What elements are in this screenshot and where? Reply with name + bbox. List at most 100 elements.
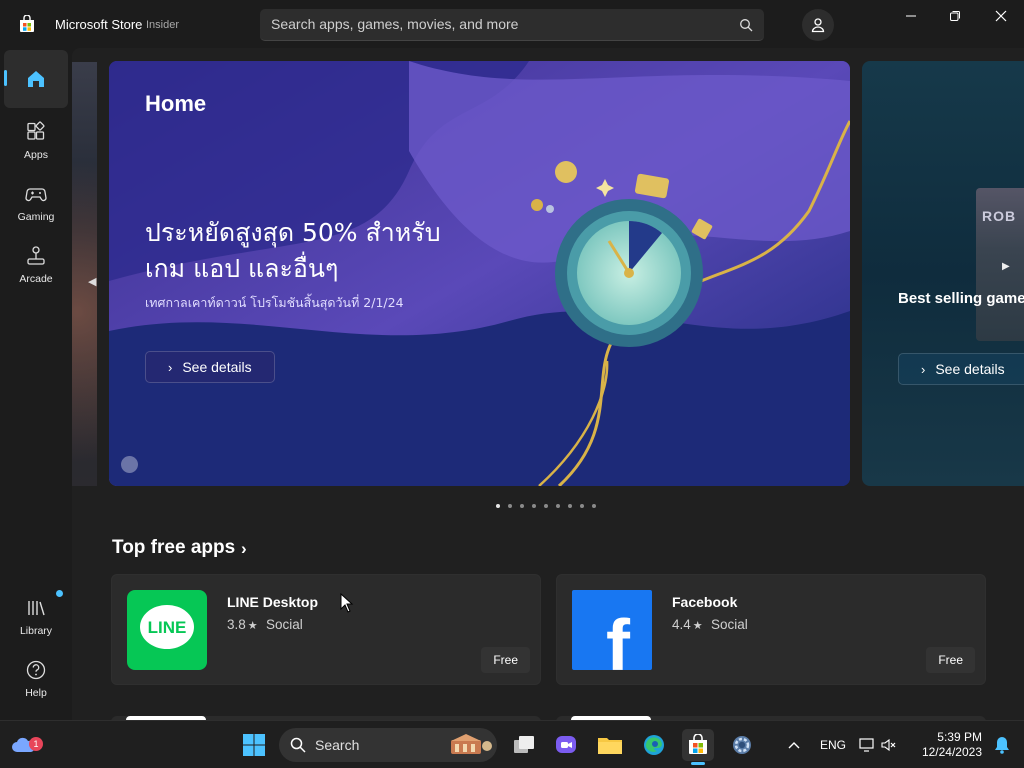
task-view-button[interactable] xyxy=(508,729,540,761)
hero-corner-icon xyxy=(121,456,138,473)
minimize-button[interactable] xyxy=(888,0,934,32)
app-name: LINE Desktop xyxy=(227,594,319,610)
sidebar: Apps Gaming Arcade Library Help xyxy=(0,48,72,720)
carousel-pager[interactable] xyxy=(496,504,596,508)
file-explorer-button[interactable] xyxy=(594,729,626,761)
person-icon xyxy=(811,18,825,33)
app-category: Social xyxy=(266,617,303,632)
show-hidden-icons-button[interactable] xyxy=(778,729,810,761)
sidebar-item-label: Apps xyxy=(24,149,48,161)
pager-dot[interactable] xyxy=(496,504,500,508)
store-taskbar-button[interactable] xyxy=(682,729,714,761)
library-icon xyxy=(28,601,45,616)
active-app-indicator xyxy=(691,762,705,765)
gear-icon xyxy=(733,736,751,754)
system-clock[interactable]: 5:39 PM 12/24/2023 xyxy=(918,730,982,760)
sidebar-item-label: Library xyxy=(19,625,53,637)
line-app-icon: LINE xyxy=(127,590,207,670)
search-highlight-icon xyxy=(451,734,492,754)
main-content: ◀ Home ประหยัดสูงสุด 50% สำหรับเกม แอป แ… xyxy=(72,48,1024,720)
sidebar-item-apps[interactable]: Apps xyxy=(4,112,68,170)
star-icon: ★ xyxy=(247,620,258,632)
app-rating: 3.8 ★ xyxy=(227,617,262,632)
rating-value: 3.8 xyxy=(227,617,246,632)
star-icon: ★ xyxy=(692,620,703,632)
sidebar-item-gaming[interactable]: Gaming xyxy=(4,174,68,232)
home-icon xyxy=(28,71,44,87)
section-title[interactable]: Top free apps xyxy=(112,537,235,559)
facebook-app-icon: f xyxy=(572,590,652,670)
search-box[interactable] xyxy=(260,9,764,41)
profile-button[interactable] xyxy=(802,9,834,41)
hero-subtext: เทศกาลเคาท์ดาวน์ โปรโมชันสิ้นสุดวันที่ 2… xyxy=(145,295,404,310)
sidebar-item-label: Help xyxy=(25,687,47,699)
chevron-right-icon[interactable]: › xyxy=(241,539,247,559)
thumbnail-text: ROB xyxy=(982,208,1017,224)
pager-dot[interactable] xyxy=(592,504,596,508)
button-label: See details xyxy=(935,361,1005,377)
next-slide-peek[interactable]: ROB ▶ Best selling games › See details xyxy=(862,61,1024,486)
bell-icon xyxy=(995,737,1009,754)
taskbar-search[interactable]: Search xyxy=(279,728,497,762)
rating-value: 4.4 xyxy=(672,617,691,632)
clock-time: 5:39 PM xyxy=(937,730,982,744)
game-thumbnail: ROB ▶ xyxy=(976,188,1024,341)
taskbar: 1 Search ENG 5:39 PM 12/24/2023 xyxy=(0,720,1024,768)
restore-icon xyxy=(950,11,960,21)
sidebar-item-arcade[interactable]: Arcade xyxy=(4,236,68,294)
next-see-details-button[interactable]: › See details xyxy=(898,353,1024,385)
windows-logo-icon xyxy=(243,734,265,756)
pager-dot[interactable] xyxy=(568,504,572,508)
maximize-button[interactable] xyxy=(932,0,978,32)
folder-icon xyxy=(598,738,622,754)
search-icon[interactable] xyxy=(739,18,753,32)
quick-settings-button[interactable] xyxy=(856,729,900,761)
sidebar-item-help[interactable]: Help xyxy=(4,650,68,708)
joystick-icon xyxy=(27,246,45,265)
close-icon xyxy=(995,10,1007,22)
hero-banner[interactable]: Home ประหยัดสูงสุด 50% สำหรับเกม แอป และ… xyxy=(109,61,850,486)
app-card-line[interactable]: LINE LINE Desktop 3.8 ★ Social Free xyxy=(111,574,541,685)
language-indicator[interactable]: ENG xyxy=(820,738,846,752)
price-button[interactable]: Free xyxy=(926,647,975,673)
pager-dot[interactable] xyxy=(508,504,512,508)
start-button[interactable] xyxy=(238,729,270,761)
pager-dot[interactable] xyxy=(520,504,524,508)
sidebar-item-library[interactable]: Library xyxy=(4,588,68,646)
chat-icon xyxy=(556,736,576,753)
edge-icon xyxy=(644,735,664,755)
pager-dot[interactable] xyxy=(556,504,560,508)
next-slide-title: Best selling games xyxy=(898,290,1024,307)
update-badge xyxy=(56,590,63,597)
settings-button[interactable] xyxy=(726,729,758,761)
facebook-logo-text: f xyxy=(606,606,631,670)
mouse-cursor-icon xyxy=(340,593,354,613)
page-title: Home xyxy=(145,91,207,116)
search-input[interactable] xyxy=(260,9,730,39)
pager-dot[interactable] xyxy=(532,504,536,508)
store-icon xyxy=(689,734,707,754)
network-icon xyxy=(859,738,874,752)
pager-dot[interactable] xyxy=(544,504,548,508)
price-button[interactable]: Free xyxy=(481,647,530,673)
previous-slide-peek[interactable]: ◀ xyxy=(72,62,97,486)
app-card-facebook[interactable]: f Facebook 4.4 ★ Social Free xyxy=(556,574,986,685)
line-logo-text: LINE xyxy=(148,618,187,637)
chat-app-button[interactable] xyxy=(550,729,582,761)
edge-browser-button[interactable] xyxy=(638,729,670,761)
pager-dot[interactable] xyxy=(580,504,584,508)
store-logo-icon xyxy=(20,15,34,32)
see-details-button[interactable]: › See details xyxy=(145,351,275,383)
sidebar-item-home[interactable] xyxy=(4,50,68,108)
app-name: Facebook xyxy=(672,594,738,610)
app-category: Social xyxy=(711,617,748,632)
title-bar: Microsoft Store Insider xyxy=(0,0,1024,48)
notifications-button[interactable] xyxy=(986,729,1018,761)
chevron-up-icon xyxy=(788,742,800,749)
hero-headline: ประหยัดสูงสุด 50% สำหรับเกม แอป และอื่นๆ xyxy=(145,218,441,283)
close-button[interactable] xyxy=(978,0,1024,32)
button-label: See details xyxy=(182,359,252,375)
app-rating: 4.4 ★ xyxy=(672,617,707,632)
previous-slide-arrow-icon[interactable]: ◀ xyxy=(88,275,96,288)
weather-widget[interactable]: 1 xyxy=(6,729,43,761)
